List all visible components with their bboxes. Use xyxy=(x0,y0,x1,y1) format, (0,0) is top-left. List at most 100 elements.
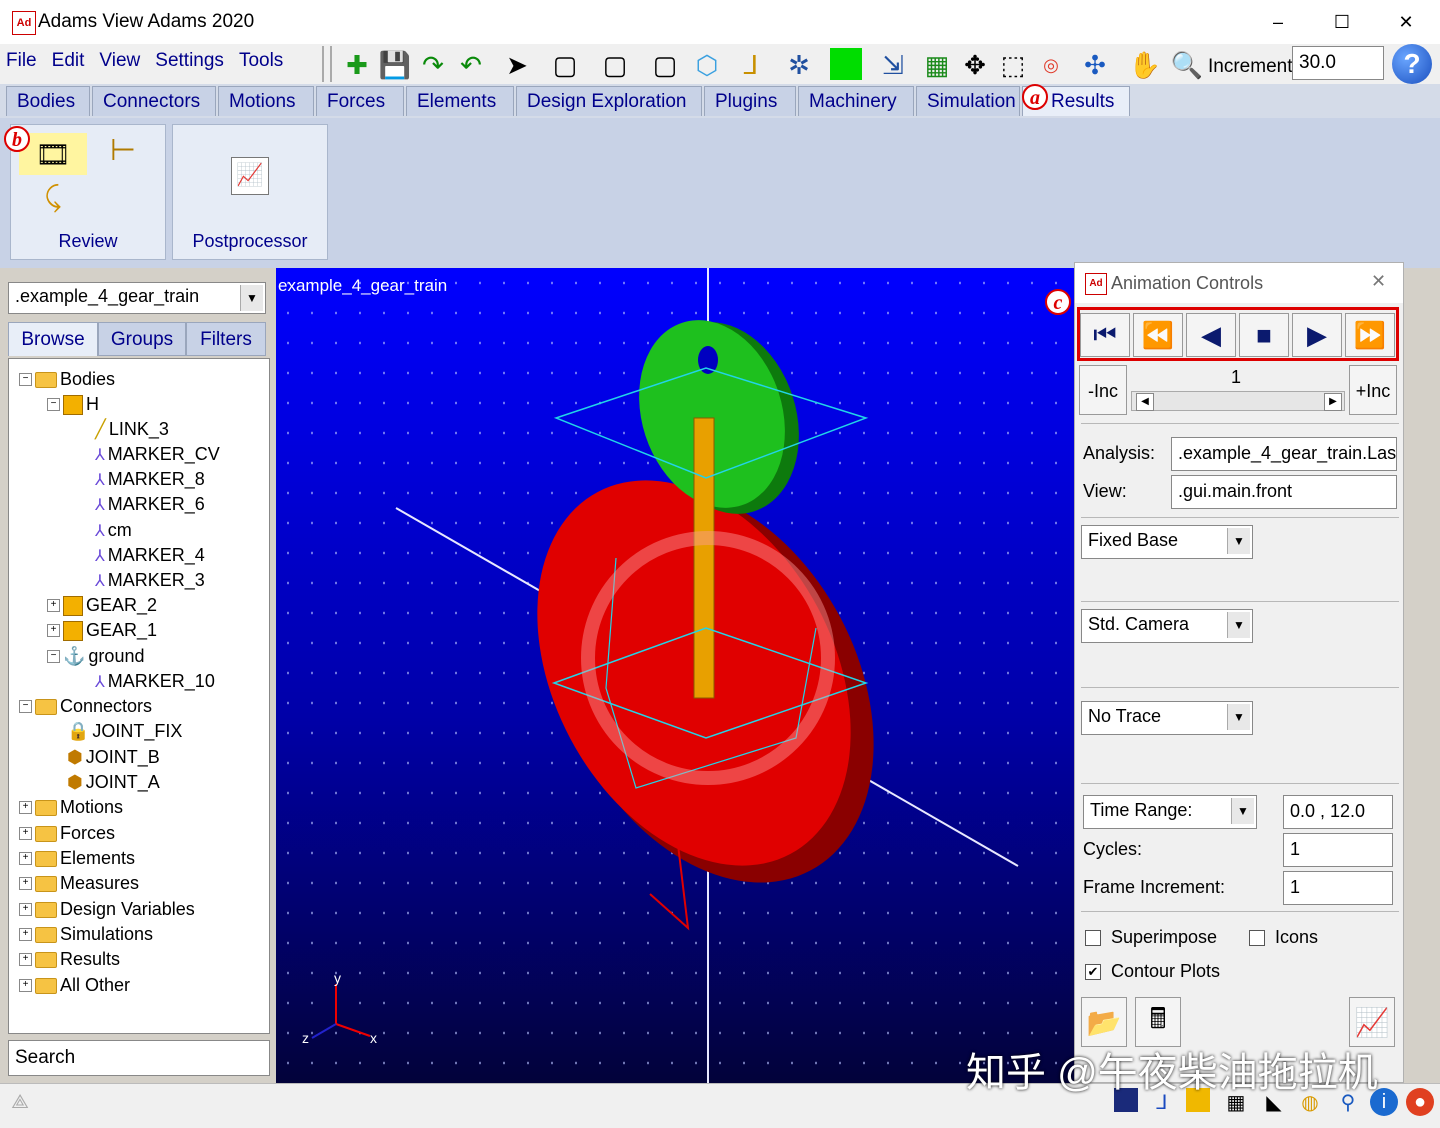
tree-node-all-other[interactable]: + All Other xyxy=(19,975,130,996)
tree-node-gear-1[interactable]: + GEAR_1 xyxy=(47,620,157,641)
zoom-box-icon[interactable]: ⬚ xyxy=(996,48,1030,82)
slider-left-icon[interactable]: ◀ xyxy=(1136,393,1154,411)
menu-file[interactable]: File xyxy=(6,50,37,72)
save-icon[interactable]: 💾 xyxy=(378,48,412,82)
view-field[interactable]: .gui.main.front xyxy=(1171,475,1397,509)
view-right-icon[interactable]: ▢ xyxy=(598,48,632,82)
model-select-value: .example_4_gear_train xyxy=(15,286,200,306)
view-front-icon[interactable]: ▢ xyxy=(548,48,582,82)
menu-tools[interactable]: Tools xyxy=(239,50,283,72)
tab-plugins[interactable]: Plugins xyxy=(704,86,796,116)
tab-design-exploration[interactable]: Design Exploration xyxy=(516,86,702,116)
render-icon[interactable]: ✲ xyxy=(782,48,816,82)
new-model-icon[interactable]: ✚ xyxy=(340,48,374,82)
menu-settings[interactable]: Settings xyxy=(155,50,224,72)
cycles-label: Cycles: xyxy=(1083,839,1143,859)
fit-icon[interactable]: ✥ xyxy=(958,48,992,82)
measure-icon[interactable]: ⤹ xyxy=(33,181,73,221)
color-icon[interactable] xyxy=(830,48,862,80)
tree-node-joint-b[interactable]: ⬢ JOINT_B xyxy=(67,747,160,768)
tab-browse[interactable]: Browse xyxy=(8,322,98,356)
close-icon[interactable]: ✕ xyxy=(1371,271,1386,292)
tree-node-joint-fix[interactable]: 🔒 JOINT_FIX xyxy=(67,721,182,742)
tree-node-connectors[interactable]: − Connectors xyxy=(19,696,152,717)
cycles-field[interactable]: 1 xyxy=(1283,833,1393,867)
graphics-viewport[interactable]: example_4_gear_train y x z xyxy=(276,268,1076,1083)
tree-node-marker-6[interactable]: ⅄ MARKER_6 xyxy=(95,494,205,515)
folder-icon xyxy=(35,951,57,968)
tree-node-elements[interactable]: + Elements xyxy=(19,848,135,869)
tab-groups[interactable]: Groups xyxy=(98,322,186,356)
menu-bar: File Edit View Settings Tools xyxy=(6,50,293,72)
center-icon[interactable]: ◎ xyxy=(1034,48,1068,82)
trace-dropdown[interactable]: No Trace ▼ xyxy=(1081,701,1253,735)
tree-node-forces[interactable]: + Forces xyxy=(19,823,115,844)
app-logo-icon: Ad xyxy=(1085,273,1107,295)
minus-inc-button[interactable]: -Inc xyxy=(1079,365,1127,415)
ground-anchor-icon: ⚓ xyxy=(63,646,86,666)
triad-icon[interactable]: ⅃ xyxy=(734,48,768,82)
mesh-icon[interactable]: ▦ xyxy=(920,48,954,82)
postprocessor-icon[interactable]: 📈 xyxy=(231,157,269,195)
export-icon[interactable]: ⇲ xyxy=(876,48,910,82)
stop-icon[interactable]: ● xyxy=(1406,1088,1434,1116)
tree-node-design-variables[interactable]: + Design Variables xyxy=(19,899,195,920)
minimize-button[interactable]: – xyxy=(1248,6,1308,38)
undo-icon[interactable]: ↶ xyxy=(454,48,488,82)
chevron-down-icon: ▼ xyxy=(1227,612,1250,638)
tree-node-marker-8[interactable]: ⅄ MARKER_8 xyxy=(95,469,205,490)
time-range-dropdown[interactable]: Time Range: ▼ xyxy=(1083,795,1257,829)
plus-inc-button[interactable]: +Inc xyxy=(1349,365,1397,415)
tree-node-results[interactable]: + Results xyxy=(19,949,120,970)
tree-node-cm[interactable]: ⅄ cm xyxy=(95,520,132,541)
tree-node-measures[interactable]: + Measures xyxy=(19,873,139,894)
tab-forces[interactable]: Forces xyxy=(316,86,404,116)
tree-node-gear-2[interactable]: + GEAR_2 xyxy=(47,595,157,616)
tree-node-simulations[interactable]: + Simulations xyxy=(19,924,153,945)
tree-node-bodies[interactable]: − Bodies xyxy=(19,369,115,390)
tree-node-marker-3[interactable]: ⅄ MARKER_3 xyxy=(95,570,205,591)
tab-connectors[interactable]: Connectors xyxy=(92,86,216,116)
tree-node-motions[interactable]: + Motions xyxy=(19,797,123,818)
tab-simulation[interactable]: Simulation xyxy=(916,86,1020,116)
icons-checkbox[interactable]: Icons xyxy=(1249,927,1318,948)
plot-tracking-icon[interactable]: ⊢ xyxy=(105,133,141,175)
menu-edit[interactable]: Edit xyxy=(52,50,85,72)
frame-increment-field[interactable]: 1 xyxy=(1283,871,1393,905)
maximize-button[interactable]: ☐ xyxy=(1312,6,1372,38)
time-range-field[interactable]: 0.0 , 12.0 xyxy=(1283,795,1393,829)
tree-node-link-3[interactable]: ╱ LINK_3 xyxy=(95,419,169,440)
tree-node-ground[interactable]: − ⚓ ground xyxy=(47,646,144,667)
contour-plots-checkbox[interactable]: ✔ Contour Plots xyxy=(1085,961,1220,982)
tab-elements[interactable]: Elements xyxy=(406,86,514,116)
marker-icon: ⅄ xyxy=(95,446,105,464)
tab-motions[interactable]: Motions xyxy=(218,86,314,116)
base-dropdown[interactable]: Fixed Base ▼ xyxy=(1081,525,1253,559)
view-top-icon[interactable]: ▢ xyxy=(648,48,682,82)
tab-filters[interactable]: Filters xyxy=(186,322,266,356)
tree-node-h[interactable]: − H xyxy=(47,394,99,415)
tree-node-marker-cv[interactable]: ⅄ MARKER_CV xyxy=(95,444,220,465)
pan-icon[interactable]: ✋ xyxy=(1128,48,1162,82)
increment-input[interactable] xyxy=(1292,46,1384,80)
tree-node-marker-10[interactable]: ⅄ MARKER_10 xyxy=(95,671,215,692)
zoom-icon[interactable]: 🔍 xyxy=(1170,48,1204,82)
analysis-field[interactable]: .example_4_gear_train.Last_Run xyxy=(1171,437,1397,471)
redo-icon[interactable]: ↷ xyxy=(416,48,450,82)
camera-dropdown[interactable]: Std. Camera ▼ xyxy=(1081,609,1253,643)
tree-node-joint-a[interactable]: ⬢ JOINT_A xyxy=(67,772,160,793)
rotate-icon[interactable]: ✣ xyxy=(1078,48,1112,82)
help-icon[interactable]: ? xyxy=(1392,44,1432,84)
view-iso-icon[interactable]: ⬡ xyxy=(690,48,724,82)
model-select[interactable]: .example_4_gear_train ▼ xyxy=(8,282,266,314)
tree-node-marker-4[interactable]: ⅄ MARKER_4 xyxy=(95,545,205,566)
close-button[interactable]: ✕ xyxy=(1376,6,1436,38)
tab-machinery[interactable]: Machinery xyxy=(798,86,914,116)
superimpose-checkbox[interactable]: Superimpose xyxy=(1085,927,1217,948)
select-icon[interactable]: ➤ xyxy=(500,48,534,82)
frame-slider[interactable]: ◀ ▶ xyxy=(1131,391,1345,411)
slider-right-icon[interactable]: ▶ xyxy=(1324,393,1342,411)
search-input[interactable]: Search xyxy=(8,1040,270,1076)
menu-view[interactable]: View xyxy=(99,50,140,72)
tab-bodies[interactable]: Bodies xyxy=(6,86,90,116)
